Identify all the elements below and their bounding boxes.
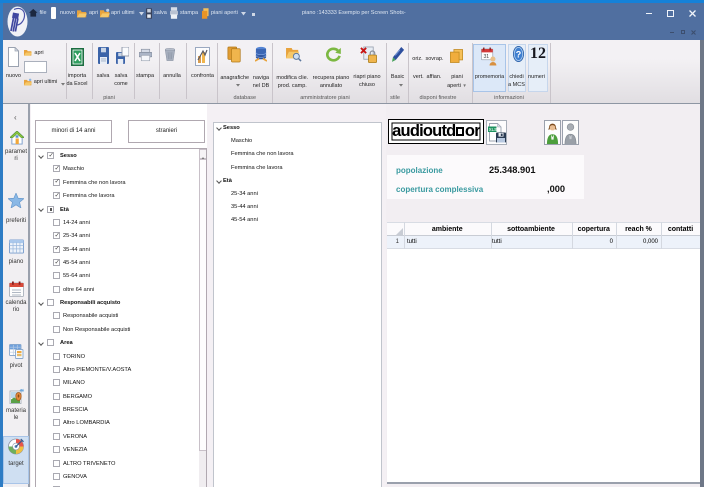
svg-text:31: 31: [483, 54, 489, 60]
svg-text:XLS: XLS: [489, 127, 497, 132]
svg-text:?: ?: [516, 50, 522, 60]
